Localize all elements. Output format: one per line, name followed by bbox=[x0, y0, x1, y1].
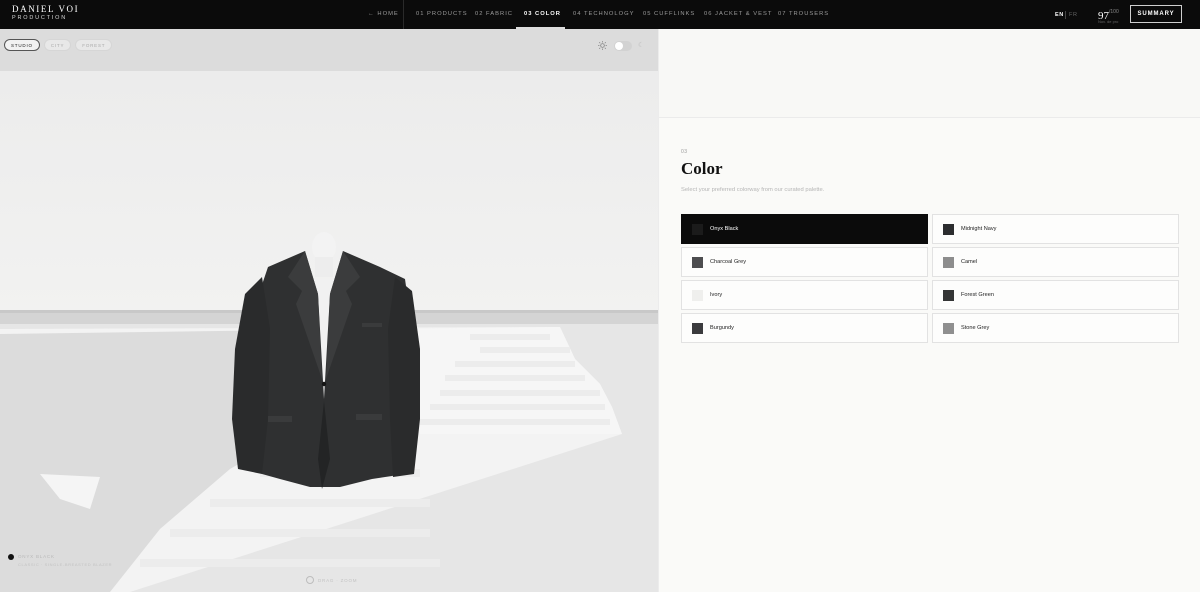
sun-icon bbox=[598, 41, 607, 50]
brand-logo[interactable]: DANIEL VOI PRODUCTION bbox=[12, 5, 79, 22]
env-city-button[interactable]: CITY bbox=[43, 39, 72, 51]
drag-hint: DRAG · ZOOM bbox=[306, 576, 357, 584]
globe-icon bbox=[306, 576, 314, 584]
color-swatch bbox=[943, 256, 954, 268]
color-option-charcoal-grey[interactable]: Charcoal Grey bbox=[681, 247, 928, 277]
top-navigation-bar: DANIEL VOI PRODUCTION ← HOME 01 PRODUCTS… bbox=[0, 0, 1200, 29]
color-option-midnight-navy[interactable]: Midnight Navy bbox=[932, 214, 1179, 244]
drag-hint-text: DRAG · ZOOM bbox=[318, 577, 358, 583]
color-swatch bbox=[692, 223, 703, 235]
color-swatch bbox=[692, 256, 703, 268]
progress-score: 97 /100 Nov. de pro bbox=[1098, 6, 1119, 24]
color-option-label: Forest Green bbox=[961, 292, 994, 298]
color-option-stone-grey[interactable]: Stone Grey bbox=[932, 313, 1179, 343]
color-swatch bbox=[943, 289, 954, 301]
color-swatch bbox=[692, 289, 703, 301]
env-forest-button[interactable]: FOREST bbox=[75, 39, 113, 51]
color-option-forest-green[interactable]: Forest Green bbox=[932, 280, 1179, 310]
language-fr[interactable]: FR bbox=[1069, 12, 1078, 18]
score-note: Nov. de pro bbox=[1098, 19, 1119, 24]
color-option-label: Camel bbox=[961, 259, 978, 265]
configuration-panel: 03 Color Select your preferred colorway … bbox=[658, 29, 1200, 592]
color-option-label: Ivory bbox=[710, 292, 723, 298]
scene-render bbox=[0, 232, 658, 592]
color-option-burgundy[interactable]: Burgundy bbox=[681, 313, 928, 343]
nav-tab-color[interactable]: 03 COLOR bbox=[524, 11, 561, 17]
light-mode-toggle[interactable] bbox=[614, 41, 632, 51]
color-option-label: Onyx Black bbox=[710, 226, 739, 232]
moon-icon: ☾ bbox=[638, 42, 645, 49]
brand-subtitle: PRODUCTION bbox=[12, 15, 67, 21]
language-divider bbox=[1065, 11, 1066, 19]
product-3d-viewer[interactable]: STUDIO CITY FOREST ☾ ONYX BLACK CLASSIC … bbox=[0, 29, 658, 592]
color-option-onyx-black[interactable]: Onyx Black bbox=[681, 214, 928, 244]
legend-color-name: ONYX BLACK bbox=[18, 554, 55, 559]
nav-tab-jacket-vest[interactable]: 06 JACKET & VEST bbox=[704, 11, 772, 17]
legend-description: CLASSIC · SINGLE-BREASTED BLAZER bbox=[18, 562, 113, 567]
color-option-label: Stone Grey bbox=[961, 325, 990, 331]
environment-selector: STUDIO CITY FOREST bbox=[4, 39, 113, 51]
nav-home-link[interactable]: ← HOME bbox=[368, 11, 399, 17]
toggle-knob bbox=[615, 42, 623, 50]
color-swatch bbox=[943, 322, 954, 334]
color-option-label: Midnight Navy bbox=[961, 226, 997, 232]
legend-dot bbox=[8, 554, 14, 560]
env-studio-button[interactable]: STUDIO bbox=[4, 39, 40, 51]
nav-tab-technology[interactable]: 04 TECHNOLOGY bbox=[573, 11, 635, 17]
nav-tab-products[interactable]: 01 PRODUCTS bbox=[416, 11, 468, 17]
nav-tab-trousers[interactable]: 07 TROUSERS bbox=[778, 11, 829, 17]
step-number: 03 bbox=[681, 149, 688, 155]
color-option-ivory[interactable]: Ivory bbox=[681, 280, 928, 310]
color-swatch bbox=[692, 322, 703, 334]
color-option-label: Charcoal Grey bbox=[710, 259, 747, 265]
page-title: Color bbox=[681, 159, 723, 178]
nav-tab-fabric[interactable]: 02 FABRIC bbox=[475, 11, 513, 17]
color-option-label: Burgundy bbox=[710, 325, 734, 331]
nav-divider bbox=[403, 0, 404, 29]
score-unit: /100 bbox=[1109, 9, 1119, 15]
color-swatch bbox=[943, 223, 954, 235]
nav-tab-cufflinks[interactable]: 05 CUFFLINKS bbox=[643, 11, 695, 17]
page-subtitle: Select your preferred colorway from our … bbox=[681, 187, 825, 193]
summary-button[interactable]: SUMMARY bbox=[1130, 5, 1182, 23]
panel-header-area bbox=[659, 29, 1200, 118]
brand-name: DANIEL VOI bbox=[12, 4, 80, 14]
color-option-camel[interactable]: Camel bbox=[932, 247, 1179, 277]
language-en[interactable]: EN bbox=[1055, 12, 1064, 18]
